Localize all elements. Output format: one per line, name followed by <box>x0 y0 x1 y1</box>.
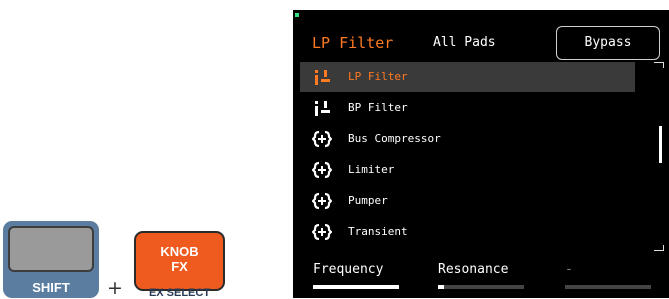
list-item-pumper[interactable]: Pumper <box>300 186 635 216</box>
scrollbar-top-cap <box>654 62 664 68</box>
shift-button[interactable]: SHIFT <box>3 221 99 298</box>
param-frequency-bar[interactable] <box>313 285 399 289</box>
list-item-label: LP Filter <box>348 70 408 83</box>
filter-icon <box>315 70 330 85</box>
list-item-label: Limiter <box>348 163 395 176</box>
status-led <box>295 13 299 17</box>
dynamics-icon <box>312 130 332 148</box>
list-item-label: Bus Compressor <box>348 132 441 145</box>
param-empty-bar <box>565 285 651 289</box>
knob-fx-button[interactable]: KNOB FX <box>134 231 225 291</box>
knob-fx-label-line1: KNOB <box>160 244 199 259</box>
device-screen: LP Filter All Pads Bypass LP Filter BP F… <box>293 10 669 298</box>
dynamics-icon <box>312 161 332 179</box>
plus-sign: + <box>107 277 123 299</box>
dynamics-icon <box>312 192 332 210</box>
list-item-limiter[interactable]: Limiter <box>300 155 635 185</box>
list-item-label: BP Filter <box>348 101 408 114</box>
param-frequency-label: Frequency <box>313 262 384 277</box>
shift-label: SHIFT <box>32 280 70 295</box>
knob-fx-label-line2: FX <box>171 259 188 274</box>
list-item-bp-filter[interactable]: BP Filter <box>300 93 635 123</box>
list-item-label: Transient <box>348 225 408 238</box>
list-item-bus-compressor[interactable]: Bus Compressor <box>300 124 635 154</box>
fx-select-label: EX SELECT <box>148 287 211 299</box>
filter-icon <box>315 101 330 116</box>
list-item-label: Pumper <box>348 194 388 207</box>
scope-label[interactable]: All Pads <box>433 35 496 50</box>
list-item-transient[interactable]: Transient <box>300 217 635 247</box>
param-empty-label: - <box>565 262 573 277</box>
shift-button-face <box>8 226 94 272</box>
param-resonance-label: Resonance <box>438 262 509 277</box>
effect-title: LP Filter <box>312 34 394 52</box>
scrollbar-thumb[interactable] <box>659 126 662 163</box>
list-item-lp-filter[interactable]: LP Filter <box>300 62 635 92</box>
bypass-button[interactable]: Bypass <box>556 26 660 60</box>
scrollbar-bottom-cap <box>654 245 664 251</box>
dynamics-icon <box>312 223 332 241</box>
param-resonance-bar[interactable] <box>438 285 524 289</box>
